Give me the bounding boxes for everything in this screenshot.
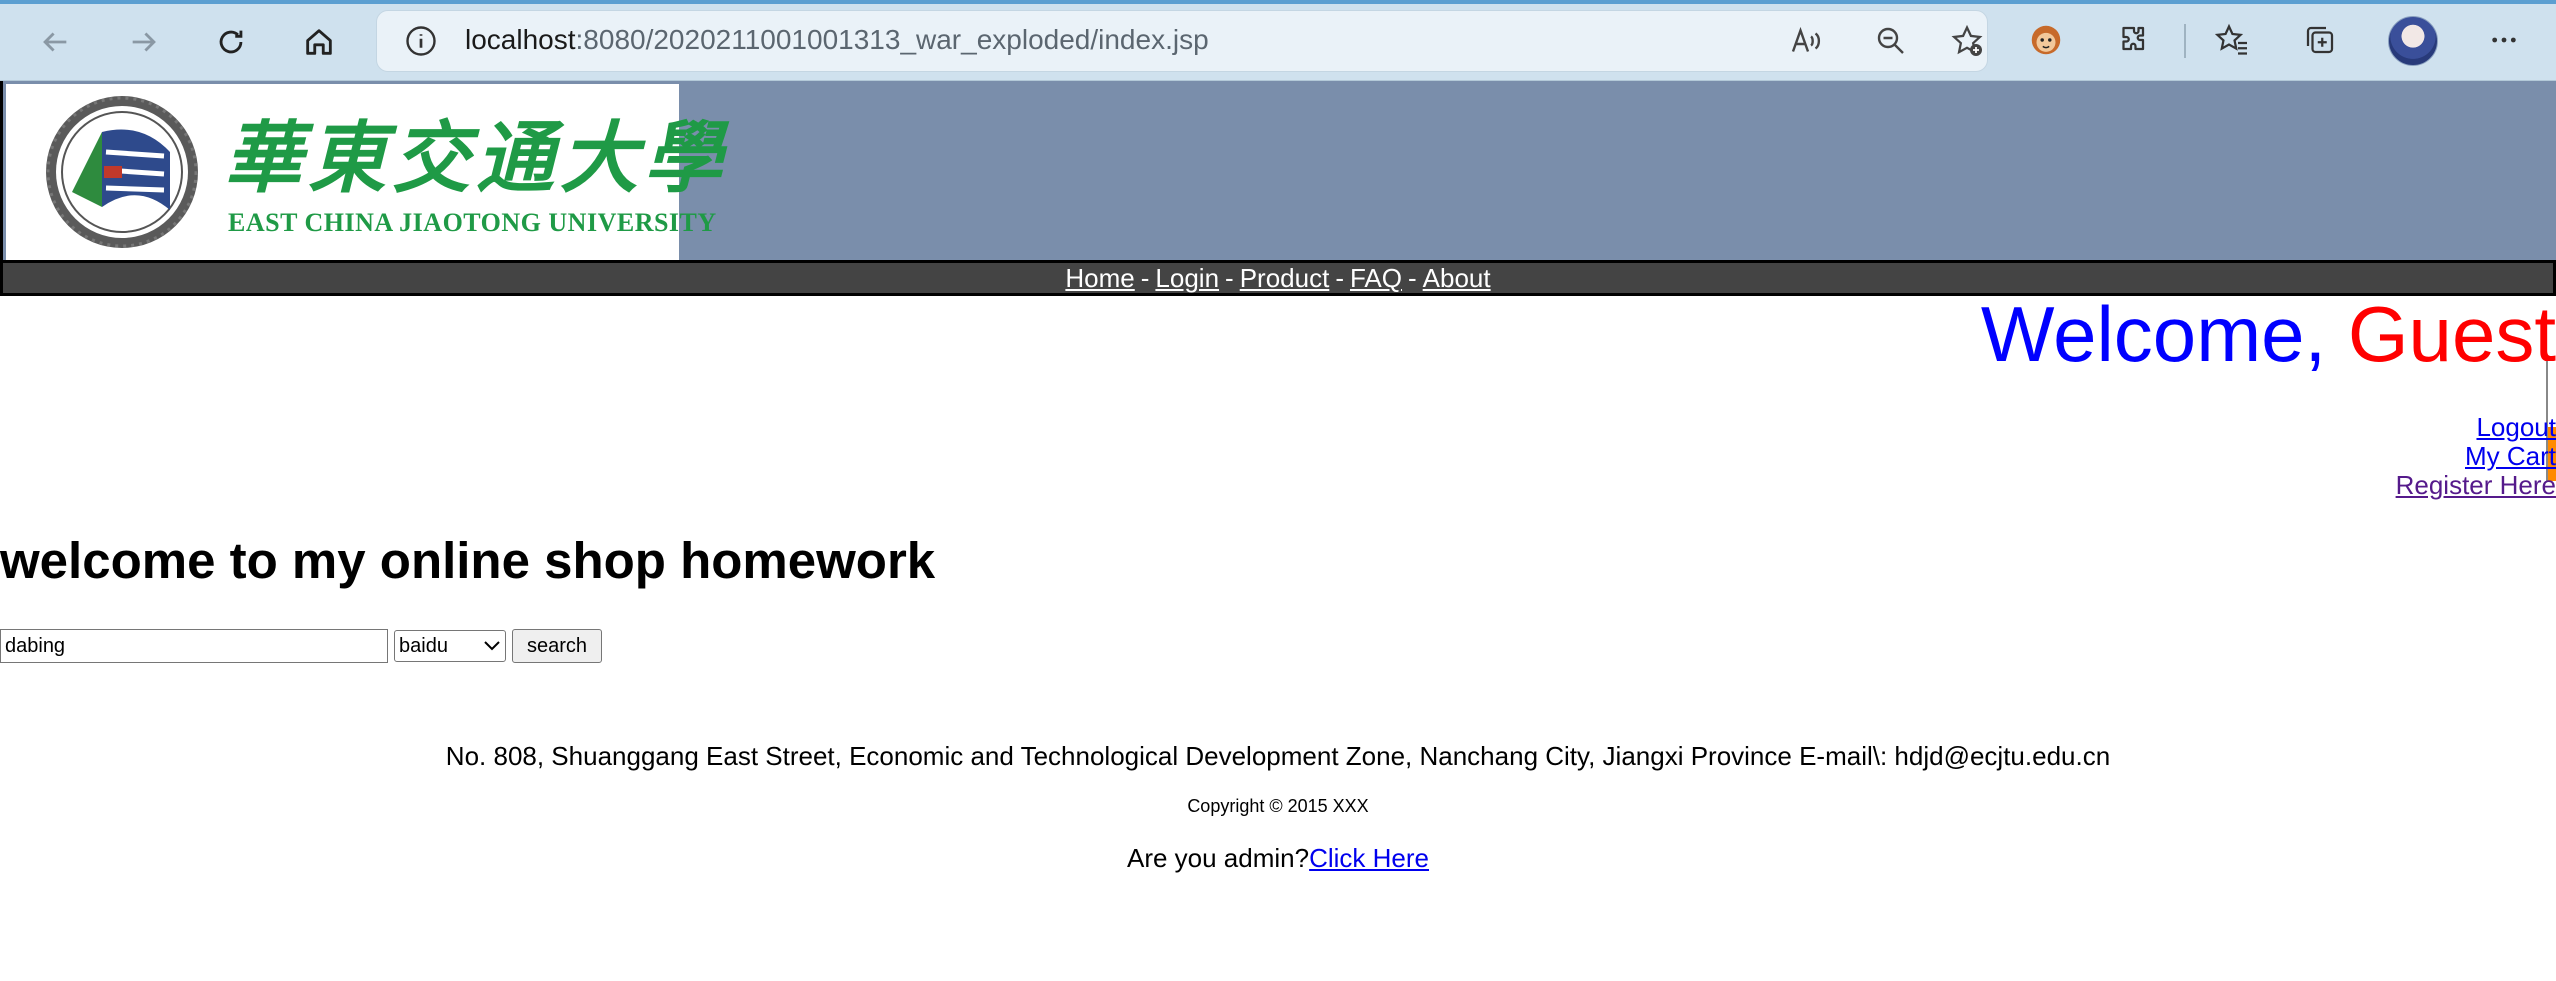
puzzle-icon (2122, 26, 2145, 51)
toolbar-separator (2184, 24, 2186, 58)
page-content: 華東交通大學 EAST CHINA JIAOTONG UNIVERSITY Ho… (0, 81, 2556, 981)
page-title: welcome to my online shop homework (0, 532, 936, 589)
university-logo: 華東交通大學 EAST CHINA JIAOTONG UNIVERSITY (6, 84, 722, 260)
welcome-username: Guest (2347, 290, 2556, 378)
user-links: Logout My Cart Register Here (2396, 413, 2556, 500)
footer-address: No. 808, Shuanggang East Street, Economi… (445, 741, 2111, 771)
admin-prompt: Are you admin? (1126, 843, 1310, 873)
zoom-out-icon[interactable] (1873, 23, 1909, 59)
nav-link-faq[interactable]: FAQ (1350, 263, 1402, 293)
back-button[interactable] (27, 14, 83, 70)
read-aloud-icon[interactable] (1787, 23, 1823, 59)
my-cart-link[interactable]: My Cart (2396, 442, 2556, 471)
search-button[interactable]: search (512, 629, 602, 663)
extensions-button[interactable] (2112, 18, 2156, 62)
refresh-button[interactable] (203, 14, 259, 70)
favorites-star-icon (2214, 23, 2247, 55)
more-dots-icon (2492, 37, 2516, 43)
welcome-prefix: Welcome, (1980, 290, 2348, 378)
collections-button[interactable] (2298, 18, 2342, 62)
collections-icon (2306, 26, 2334, 54)
url-host: localhost (465, 24, 576, 55)
site-header: 華東交通大學 EAST CHINA JIAOTONG UNIVERSITY (0, 81, 2556, 260)
register-link[interactable]: Register Here (2396, 471, 2556, 500)
tampermonkey-extension-button[interactable] (2024, 18, 2068, 62)
welcome-heading: Welcome, Guest (1981, 295, 2556, 373)
nav-separator: - (1225, 263, 1234, 293)
chevron-down-icon (484, 641, 500, 651)
add-favorite-icon[interactable] (1949, 23, 1985, 59)
refresh-icon (219, 30, 243, 54)
nav-separator: - (1140, 263, 1150, 293)
monkey-icon (2031, 25, 2061, 55)
logo-chinese-name: 華東交通大學 (224, 113, 729, 204)
browser-toolbar: localhost:8080/2020211001001313_war_expl… (0, 0, 2556, 81)
info-icon[interactable] (403, 23, 439, 59)
forward-arrow-icon (132, 32, 156, 52)
nav-separator: - (1408, 263, 1417, 293)
forward-button[interactable] (116, 14, 172, 70)
logo-english-name: EAST CHINA JIAOTONG UNIVERSITY (228, 208, 717, 237)
home-icon (306, 29, 332, 55)
settings-menu-button[interactable] (2482, 18, 2526, 62)
nav-link-about[interactable]: About (1423, 263, 1491, 293)
url-path: :8080/2020211001001313_war_exploded/inde… (575, 24, 1209, 55)
footer-copyright: Copyright © 2015 XXX (1187, 796, 1369, 816)
search-engine-select[interactable]: baidu (394, 630, 506, 662)
nav-link-home[interactable]: Home (1065, 263, 1134, 293)
search-input[interactable] (0, 629, 388, 663)
university-seal-icon (46, 96, 198, 248)
footer-admin-line: Are you admin?Click Here (0, 843, 2556, 874)
favorites-button[interactable] (2210, 18, 2254, 62)
search-engine-selected: baidu (399, 634, 448, 657)
url-text[interactable]: localhost:8080/2020211001001313_war_expl… (465, 24, 1209, 56)
admin-click-here-link[interactable]: Click Here (1309, 843, 1429, 873)
tab-strip-edge (0, 0, 2556, 4)
profile-avatar[interactable] (2388, 16, 2438, 66)
nav-separator: - (1335, 263, 1344, 293)
nav-link-login[interactable]: Login (1155, 263, 1219, 293)
logout-link[interactable]: Logout (2396, 413, 2556, 442)
home-button[interactable] (291, 14, 347, 70)
back-arrow-icon (43, 32, 67, 52)
address-bar[interactable]: localhost:8080/2020211001001313_war_expl… (376, 10, 1988, 72)
nav-link-product[interactable]: Product (1240, 263, 1330, 293)
